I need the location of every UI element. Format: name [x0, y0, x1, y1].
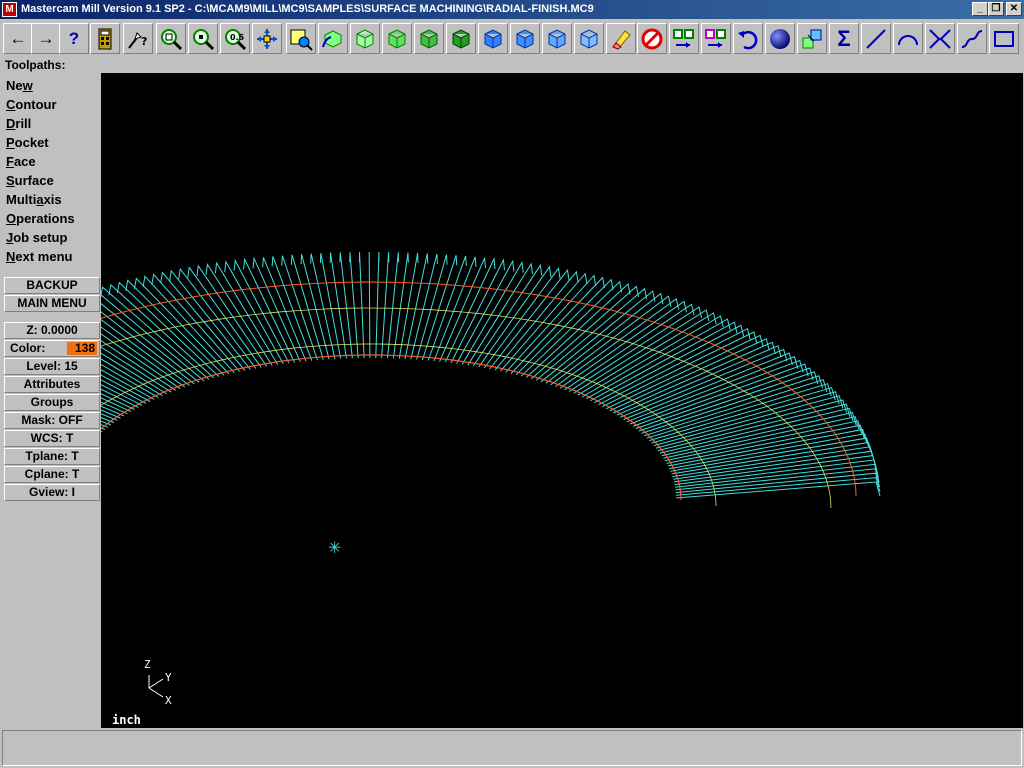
layers-icon[interactable]	[797, 23, 827, 54]
menu-item-new[interactable]: New	[4, 76, 100, 95]
main-menu-button[interactable]: MAIN MENU	[4, 295, 100, 312]
app-icon[interactable]: M	[2, 2, 17, 17]
no-entry-icon[interactable]	[637, 23, 667, 54]
z-depth-button[interactable]: Z: 0.0000	[4, 322, 100, 339]
color-label: Color:	[10, 341, 46, 355]
cube-blue-1-icon[interactable]	[510, 23, 540, 54]
attributes-button[interactable]: Attributes	[4, 376, 100, 393]
level-button[interactable]: Level: 15	[4, 358, 100, 375]
toolpath-drawing: ✳	[101, 251, 881, 698]
svg-text:0.5: 0.5	[230, 33, 245, 42]
menu-item-next-menu[interactable]: Next menu	[4, 247, 100, 266]
menu-item-pocket[interactable]: Pocket	[4, 133, 100, 152]
title-bar: M Mastercam Mill Version 9.1 SP2 - C:\MC…	[0, 0, 1024, 19]
minimize-button[interactable]: _	[972, 2, 988, 16]
tplane-button[interactable]: Tplane: T	[4, 448, 100, 465]
spline-icon[interactable]	[957, 23, 987, 54]
cube-blue-3-icon[interactable]	[574, 23, 604, 54]
calculator-icon[interactable]	[90, 23, 120, 54]
wcs-button[interactable]: WCS: T	[4, 430, 100, 447]
inner-boundary-line	[101, 354, 682, 501]
cube-front-icon[interactable]	[414, 23, 444, 54]
axis-y-label: Y	[165, 671, 172, 684]
maximize-button[interactable]: ❐	[988, 2, 1004, 16]
toolbar: ← → ? ? 0.5 Σ	[0, 21, 1024, 57]
cube-dynamic-icon[interactable]	[478, 23, 508, 54]
cube-blue-2-icon[interactable]	[542, 23, 572, 54]
units-indicator: inch	[112, 713, 141, 727]
mask-button[interactable]: Mask: OFF	[4, 412, 100, 429]
prompt-bar	[2, 730, 1022, 766]
pan-icon[interactable]	[252, 23, 282, 54]
gview-button[interactable]: Gview: I	[4, 484, 100, 501]
axis-z-label: Z	[144, 658, 151, 671]
groups-button[interactable]: Groups	[4, 394, 100, 411]
menu-item-surface[interactable]: Surface	[4, 171, 100, 190]
back-arrow-icon[interactable]: ←	[3, 23, 33, 54]
sphere-icon[interactable]	[765, 23, 795, 54]
menu-item-face[interactable]: Face	[4, 152, 100, 171]
surface-inner-line	[101, 343, 717, 507]
fillet-icon[interactable]	[925, 23, 955, 54]
close-button[interactable]: ✕	[1006, 2, 1022, 16]
sigma-icon[interactable]: Σ	[829, 23, 859, 54]
toolpaths-label: Toolpaths:	[5, 58, 66, 72]
backup-button[interactable]: BACKUP	[4, 277, 100, 294]
window-title: Mastercam Mill Version 9.1 SP2 - C:\MCAM…	[21, 3, 594, 15]
analyze-icon[interactable]: ?	[123, 23, 153, 54]
menu-item-operations[interactable]: Operations	[4, 209, 100, 228]
zoom-out-icon[interactable]: 0.5	[220, 23, 250, 54]
color-value: 138	[67, 342, 97, 355]
cube-iso-icon[interactable]	[350, 23, 380, 54]
eraser-icon[interactable]	[606, 23, 636, 54]
menu-item-multiaxis[interactable]: Multiaxis	[4, 190, 100, 209]
color-button[interactable]: Color: 138	[4, 340, 100, 357]
svg-text:?: ?	[141, 35, 147, 48]
cplane-button[interactable]: Cplane: T	[4, 466, 100, 483]
arc-icon[interactable]	[893, 23, 923, 54]
origin-marker-icon: ✳	[328, 538, 341, 557]
menu-item-contour[interactable]: Contour	[4, 95, 100, 114]
screen-fit-icon[interactable]	[286, 23, 316, 54]
transform-2-icon[interactable]	[701, 23, 731, 54]
forward-arrow-icon[interactable]: →	[31, 23, 61, 54]
cube-top-icon[interactable]	[382, 23, 412, 54]
transform-1-icon[interactable]	[669, 23, 699, 54]
cube-side-icon[interactable]	[446, 23, 476, 54]
menu-item-drill[interactable]: Drill	[4, 114, 100, 133]
toolpaths-menu: New Contour Drill Pocket Face Surface Mu…	[4, 76, 100, 266]
rotate-icon[interactable]	[318, 23, 348, 54]
axis-triad-icon	[148, 675, 164, 698]
zoom-in-icon[interactable]	[188, 23, 218, 54]
graphics-viewport[interactable]: ✳ Z Y X inch	[101, 73, 1023, 728]
menu-item-job-setup[interactable]: Job setup	[4, 228, 100, 247]
help-icon[interactable]: ?	[59, 23, 89, 54]
rectangle-icon[interactable]	[989, 23, 1019, 54]
zoom-window-icon[interactable]	[156, 23, 186, 54]
undo-icon[interactable]	[733, 23, 763, 54]
axis-x-label: X	[165, 694, 172, 707]
line-icon[interactable]	[861, 23, 891, 54]
